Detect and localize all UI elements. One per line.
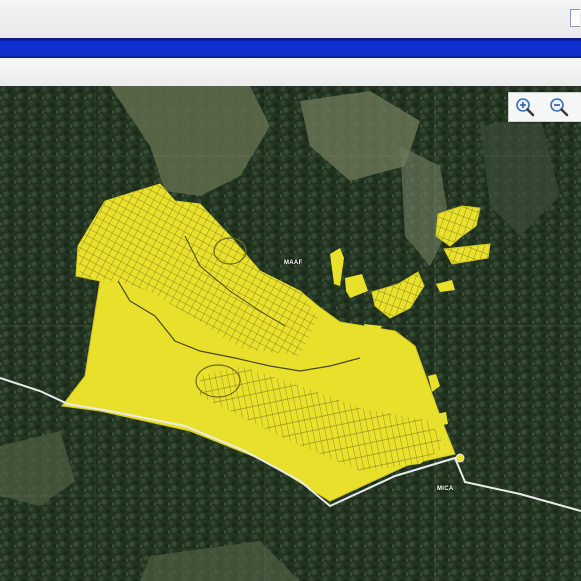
road-junction-marker	[455, 453, 465, 463]
zoom-in-magnifier-icon	[516, 98, 535, 117]
page-icon[interactable]	[570, 9, 580, 27]
place-label-junction: MICA	[437, 486, 454, 492]
satellite-imagery	[0, 86, 581, 581]
satellite-map[interactable]: MAAF MICA	[0, 86, 581, 581]
zoom-controls	[508, 92, 581, 122]
window-title-bar	[0, 38, 581, 58]
parcel-small-5	[436, 412, 448, 426]
zoom-out-button[interactable]	[548, 96, 570, 118]
zoom-in-button[interactable]	[514, 96, 536, 118]
place-label-north: MAAF	[284, 260, 303, 266]
browser-top-bar	[0, 0, 581, 39]
zoom-out-magnifier-icon	[550, 98, 569, 117]
map-toolbar	[0, 58, 581, 87]
